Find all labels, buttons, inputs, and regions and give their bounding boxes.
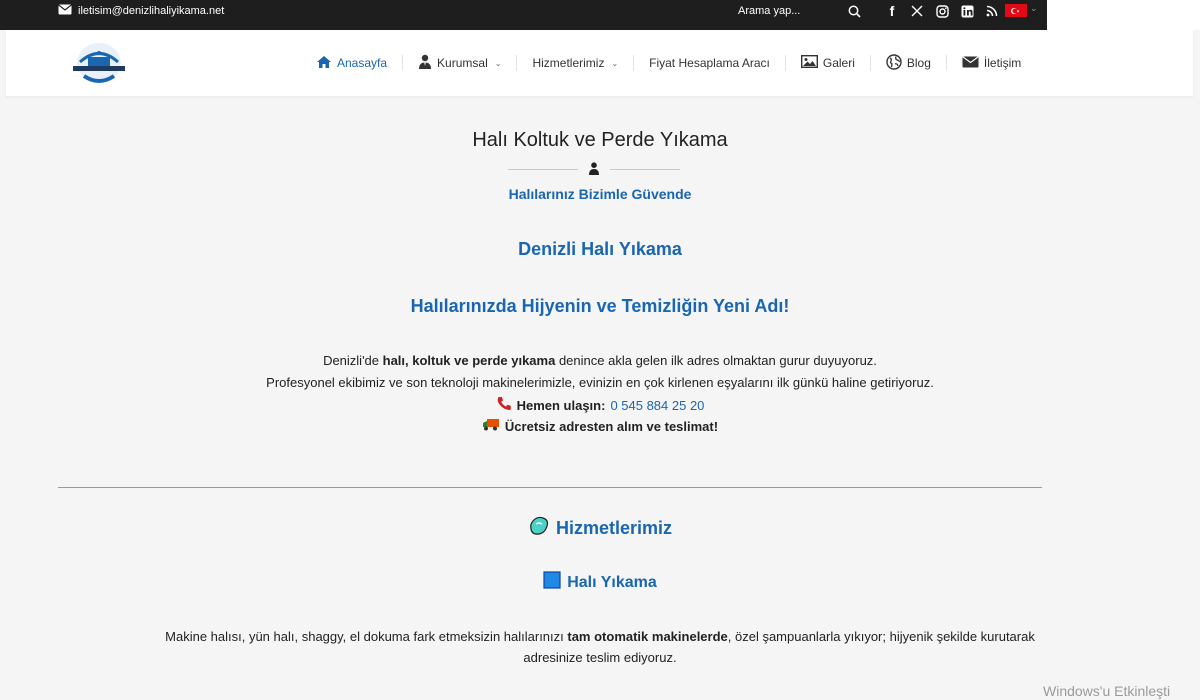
social-links: f [884, 0, 1000, 22]
nav-divider [784, 55, 786, 71]
contact-label: Hemen ulaşın: [516, 397, 606, 413]
image-icon [800, 54, 818, 71]
intro-bold-text: halı, koltuk ve perde yıkama [382, 353, 556, 368]
service-text: , özel şampuanlarla yıkıyor; hijyenik şe… [727, 629, 1035, 644]
nav-item-label: Anasayfa [337, 56, 388, 70]
service-text: adresinize teslim ediyoruz. [523, 650, 677, 665]
service-bold-text: tam otomatik makinelerde [567, 629, 728, 644]
intro-text: Denizli'de [323, 353, 383, 368]
service-heading-text: Halı Yıkama [567, 573, 657, 591]
nav-item-iletisim[interactable]: İletişim [962, 55, 1022, 71]
contact-line: Hemen ulaşın: 0 545 884 25 20 [0, 396, 1200, 414]
instagram-icon[interactable] [934, 3, 950, 19]
divider-line [508, 169, 578, 170]
x-icon[interactable] [909, 3, 925, 19]
nav-item-label: Hizmetlerimiz [532, 56, 605, 70]
heading-denizli-hali-yikama: Denizli Halı Yıkama [518, 239, 682, 259]
page-title: Halı Koltuk ve Perde Yıkama [472, 129, 728, 151]
nav-item-blog[interactable]: Blog [886, 53, 931, 73]
nav-item-anasayfa[interactable]: Anasayfa [316, 55, 387, 72]
top-bar: iletisim@denizlihaliyikama.net Arama yap… [0, 0, 1200, 30]
nav-divider [633, 55, 635, 71]
home-icon [316, 55, 332, 72]
topbar-search[interactable]: Arama yap... [728, 0, 870, 22]
chevron-down-icon: ⌄ [494, 58, 502, 68]
nav-item-label: İletişim [983, 56, 1022, 70]
title-divider [508, 162, 680, 176]
nav-item-label: Blog [906, 56, 931, 70]
intro-paragraph-line2: Profesyonel ekibimiz ve son teknoloji ma… [266, 375, 934, 390]
windows-activation-watermark: Windows'u Etkinleşti [1043, 683, 1171, 699]
nav-divider [516, 55, 518, 71]
nav-item-kurumsal[interactable]: Kurumsal ⌄ [418, 54, 501, 72]
section-divider [58, 487, 1042, 488]
nav-item-fiyat-hesaplama[interactable]: Fiyat Hesaplama Aracı [649, 56, 770, 70]
chevron-down-icon: ⌄ [611, 58, 619, 68]
heading-hijyen: Halılarınızda Hijyenin ve Temizliğin Yen… [410, 296, 790, 316]
search-input[interactable]: Arama yap... [738, 5, 800, 17]
facebook-icon[interactable]: f [884, 3, 900, 19]
phone-link[interactable]: 0 545 884 25 20 [610, 398, 704, 413]
chevron-down-icon[interactable]: ⌄ [1030, 3, 1038, 14]
delivery-line: Ücretsiz adresten alım ve teslimat! [0, 418, 1200, 434]
intro-paragraph-line1: Denizli'de halı, koltuk ve perde yıkama … [0, 353, 1200, 368]
search-icon[interactable] [846, 3, 862, 19]
square-icon [543, 571, 561, 594]
main-nav: Anasayfa Kurumsal ⌄ Hizmetlerimiz ⌄ Fiya… [316, 30, 1021, 96]
nav-item-label: Kurumsal [437, 56, 488, 70]
nav-item-galeri[interactable]: Galeri [800, 54, 855, 71]
site-logo[interactable] [64, 40, 134, 86]
user-icon [589, 162, 599, 180]
page-subtitle: Halılarınız Bizimle Güvende [508, 186, 692, 202]
services-heading: Hizmetlerimiz [0, 515, 1200, 542]
service-description: Makine halısı, yün halı, shaggy, el doku… [0, 626, 1200, 668]
phone-icon [496, 396, 512, 414]
topbar-email-text: iletisim@denizlihaliyikama.net [78, 5, 225, 17]
delivery-text: Ücretsiz adresten alım ve teslimat! [504, 418, 719, 434]
turkey-flag-icon[interactable] [1005, 4, 1027, 17]
nav-divider [869, 55, 871, 71]
globe-icon [886, 53, 902, 73]
services-heading-text: Hizmetlerimiz [555, 518, 673, 538]
nav-divider [945, 55, 947, 71]
nav-item-label: Fiyat Hesaplama Aracı [649, 56, 770, 70]
nav-divider [402, 55, 404, 71]
service-hali-yikama-heading: Halı Yıkama [0, 571, 1200, 594]
nav-item-label: Galeri [822, 56, 855, 70]
sparkle-icon [528, 515, 550, 542]
site-header: Anasayfa Kurumsal ⌄ Hizmetlerimiz ⌄ Fiya… [6, 30, 1193, 96]
intro-text: denince akla gelen ilk adres olmaktan gu… [555, 353, 877, 368]
envelope-icon [962, 55, 979, 71]
divider-line [610, 169, 680, 170]
nav-item-hizmetlerimiz[interactable]: Hizmetlerimiz ⌄ [532, 56, 618, 70]
envelope-icon [58, 4, 72, 18]
linkedin-icon[interactable] [959, 3, 975, 19]
user-tie-icon [418, 54, 432, 72]
service-text: Makine halısı, yün halı, shaggy, el doku… [165, 629, 568, 644]
rss-icon[interactable] [984, 3, 1000, 19]
truck-icon [482, 418, 500, 434]
topbar-email-link[interactable]: iletisim@denizlihaliyikama.net [58, 0, 224, 22]
